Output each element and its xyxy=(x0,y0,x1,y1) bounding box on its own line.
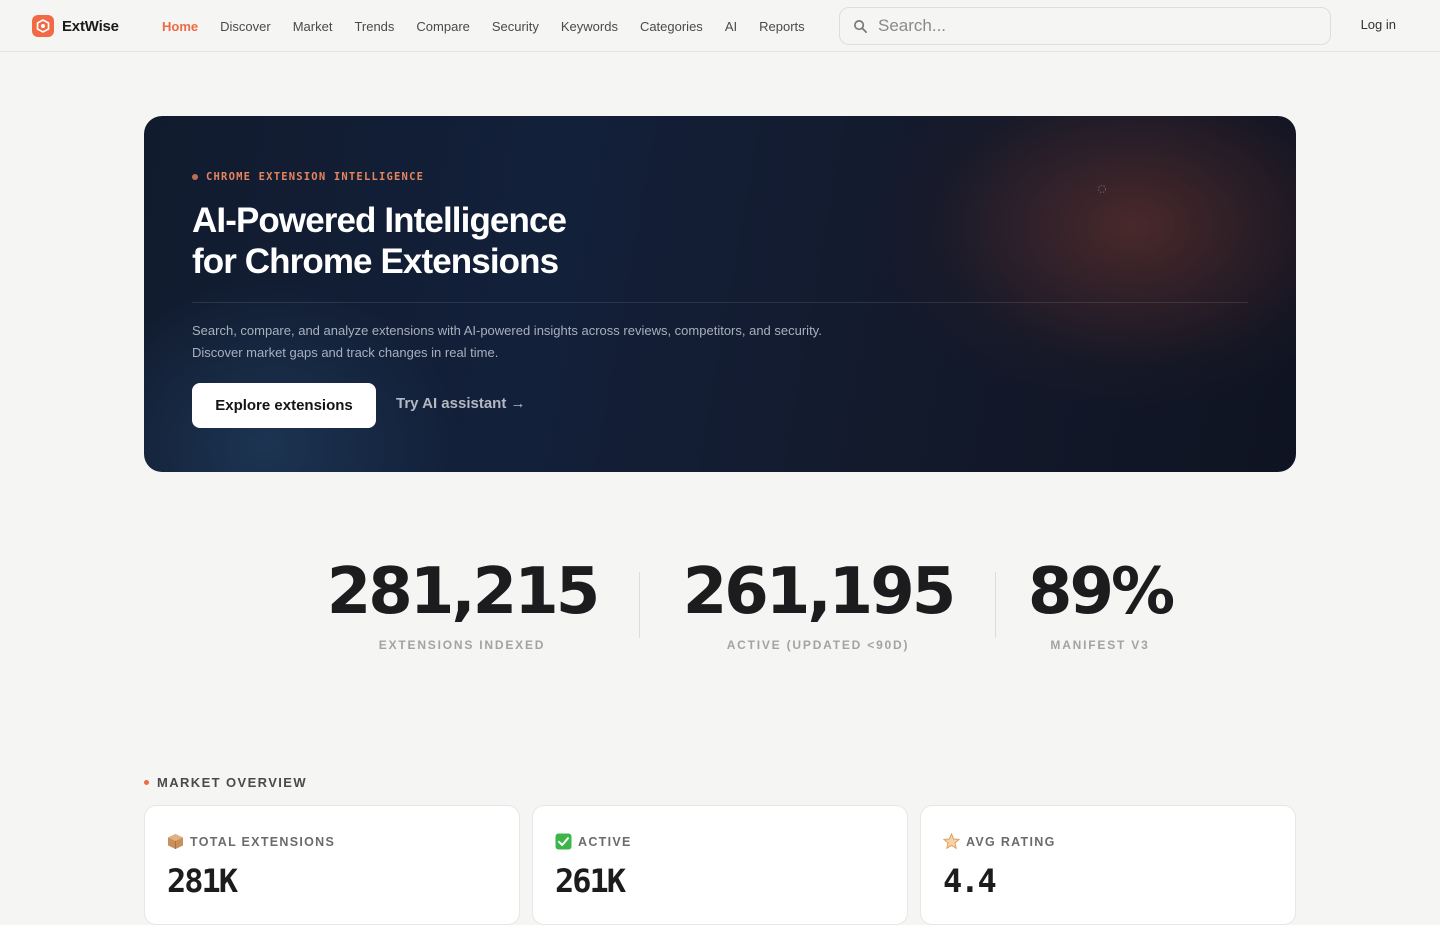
section-dot-icon xyxy=(144,780,149,785)
nav-item-discover[interactable]: Discover xyxy=(209,19,282,34)
search-icon xyxy=(854,19,867,33)
nav-item-security[interactable]: Security xyxy=(481,19,550,34)
nav-item-home[interactable]: Home xyxy=(151,19,209,34)
brand-logo-link[interactable]: ExtWise xyxy=(32,14,119,38)
card-label: ACTIVE xyxy=(578,834,632,849)
stat-label: ACTIVE (UPDATED <90D) xyxy=(726,638,910,652)
card-active[interactable]: ACTIVE 261K xyxy=(532,805,908,925)
stat-active: 261,195 ACTIVE (UPDATED <90D) xyxy=(673,556,963,652)
login-link[interactable]: Log in xyxy=(1361,17,1396,32)
stat-value: 261,195 xyxy=(682,555,957,629)
hero-eyebrow-text: CHROME EXTENSION INTELLIGENCE xyxy=(206,171,425,183)
hero-eyebrow: CHROME EXTENSION INTELLIGENCE xyxy=(192,171,424,183)
card-header: ACTIVE xyxy=(555,833,632,850)
nav-item-ai[interactable]: AI xyxy=(714,19,748,34)
hero-title-line-2: for Chrome Extensions xyxy=(192,242,559,281)
nav-item-keywords[interactable]: Keywords xyxy=(550,19,629,34)
stat-manifest-v3: 89% MANIFEST V3 xyxy=(955,556,1245,652)
stat-value: 281,215 xyxy=(326,555,601,629)
hero-title-line-1: AI-Powered Intelligence xyxy=(192,201,567,240)
nav-item-categories[interactable]: Categories xyxy=(629,19,714,34)
hero-title: AI-Powered Intelligence for Chrome Exten… xyxy=(192,200,792,282)
hero-divider xyxy=(192,302,1248,303)
nav-item-reports[interactable]: Reports xyxy=(748,19,816,34)
stat-label: EXTENSIONS INDEXED xyxy=(378,638,546,652)
market-overview-heading: MARKET OVERVIEW xyxy=(144,775,307,790)
try-ai-assistant-link[interactable]: Try AI assistant → xyxy=(396,395,526,412)
stat-value: 89% xyxy=(1027,555,1175,629)
card-value: 4.4 xyxy=(943,862,997,900)
card-value: 261K xyxy=(555,862,626,900)
market-overview-title: MARKET OVERVIEW xyxy=(157,775,308,790)
nav-item-trends[interactable]: Trends xyxy=(343,19,405,34)
stat-divider xyxy=(639,572,640,638)
stat-extensions-indexed: 281,215 EXTENSIONS INDEXED xyxy=(317,556,607,652)
brand-hexagon-icon xyxy=(32,15,54,37)
nav-item-compare[interactable]: Compare xyxy=(405,19,480,34)
stat-label: MANIFEST V3 xyxy=(1050,638,1150,652)
nav-item-market[interactable]: Market xyxy=(282,19,344,34)
brand-name: ExtWise xyxy=(62,17,119,35)
card-value: 281K xyxy=(167,862,238,900)
card-total-extensions[interactable]: TOTAL EXTENSIONS 281K xyxy=(144,805,520,925)
card-label: TOTAL EXTENSIONS xyxy=(190,834,336,849)
hero-banner: CHROME EXTENSION INTELLIGENCE AI-Powered… xyxy=(144,116,1296,472)
main-nav: Home Discover Market Trends Compare Secu… xyxy=(151,0,816,52)
search-box[interactable] xyxy=(839,7,1331,45)
sparkle-icon xyxy=(1098,185,1106,193)
card-label: AVG RATING xyxy=(966,834,1056,849)
top-navigation-bar: ExtWise Home Discover Market Trends Comp… xyxy=(0,0,1440,52)
check-icon xyxy=(555,833,572,850)
star-icon xyxy=(943,833,960,850)
eyebrow-dot-icon xyxy=(192,174,198,180)
explore-extensions-button[interactable]: Explore extensions xyxy=(192,383,376,428)
card-header: TOTAL EXTENSIONS xyxy=(167,833,335,850)
search-input[interactable] xyxy=(878,16,1298,36)
hero-description: Search, compare, and analyze extensions … xyxy=(192,323,822,360)
stats-strip: 281,215 EXTENSIONS INDEXED 261,195 ACTIV… xyxy=(284,556,1175,666)
card-avg-rating[interactable]: AVG RATING 4.4 xyxy=(920,805,1296,925)
package-icon xyxy=(167,833,184,850)
card-header: AVG RATING xyxy=(943,833,1056,850)
